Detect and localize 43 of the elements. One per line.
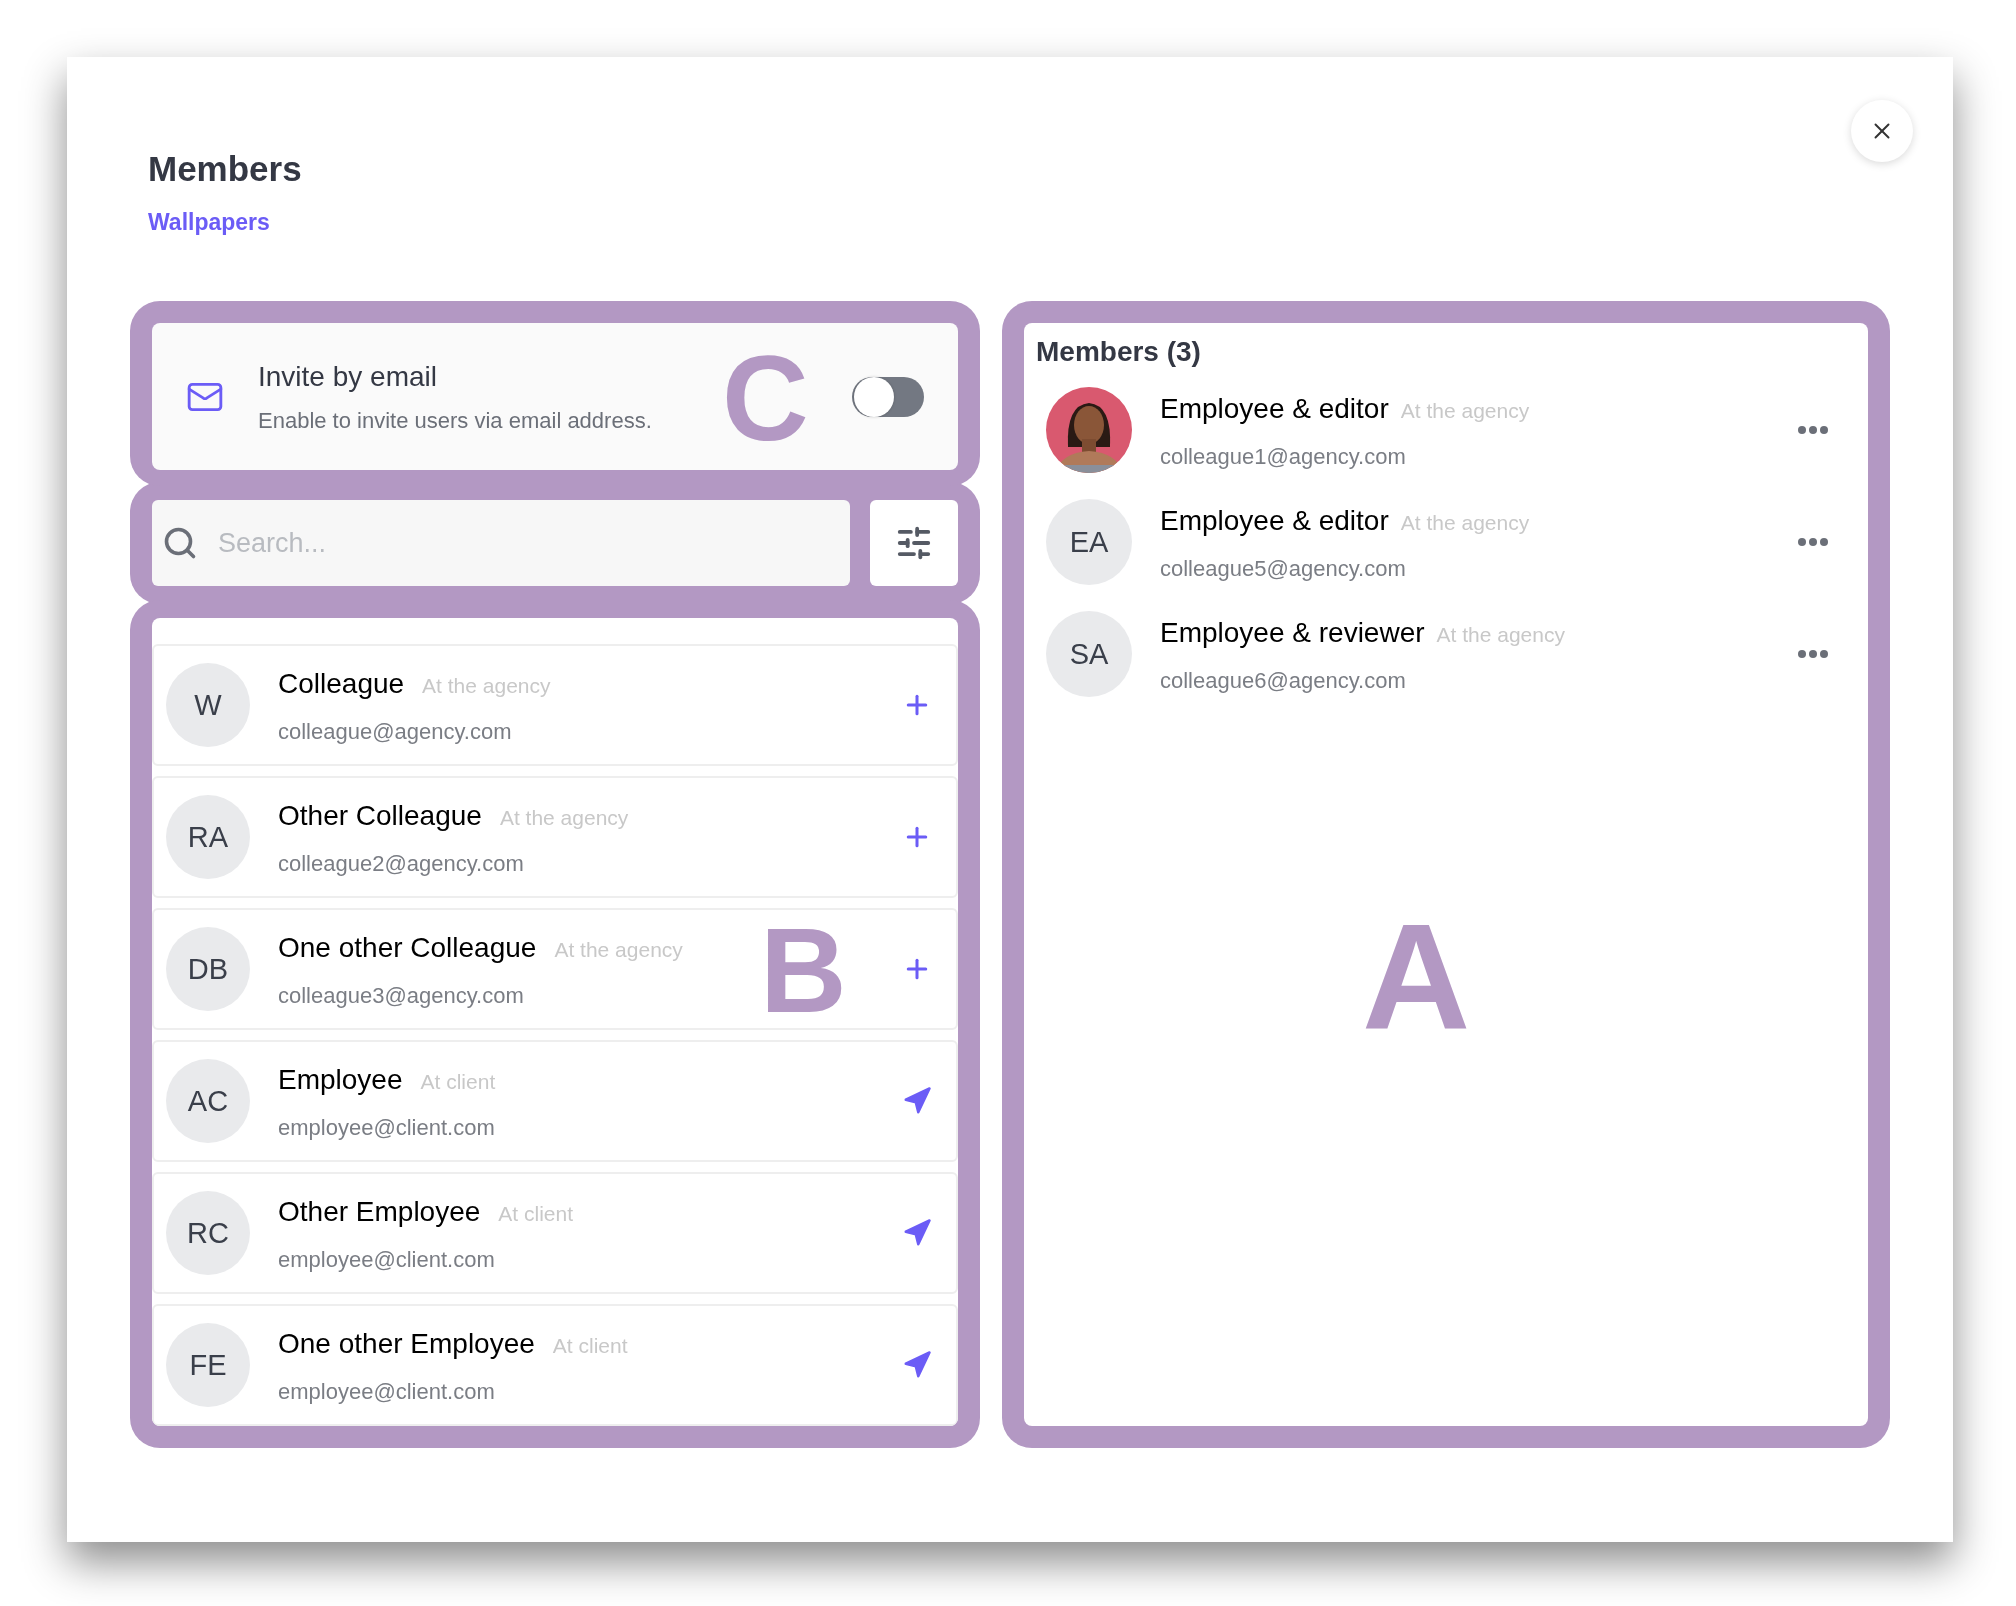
members-heading: Members (3) <box>1036 335 1201 370</box>
person-name: Employee & editor <box>1160 503 1389 538</box>
invite-description: Enable to invite users via email address. <box>258 407 653 436</box>
avatar-initials: AC <box>166 1059 250 1144</box>
person-name: Colleague <box>278 666 405 701</box>
person-name: One other Colleague <box>278 930 537 965</box>
dialog-title: Members <box>148 148 302 190</box>
email-text: colleague5@agency.com <box>1160 554 1407 583</box>
annotation-letter: A <box>1362 901 1471 1052</box>
avatar-initials: DB <box>166 927 250 1012</box>
avatar-initials: W <box>166 663 250 748</box>
more-icon <box>1798 426 1828 435</box>
search-field[interactable]: Search... <box>152 500 850 587</box>
email-text: employee@client.com <box>278 1113 496 1142</box>
email-text: colleague3@agency.com <box>278 981 525 1010</box>
email-text: employee@client.com <box>278 1377 496 1406</box>
avatar-initials: RC <box>166 1191 250 1276</box>
paper-plane-icon <box>902 1218 932 1249</box>
person-name: Other Employee <box>278 1194 481 1229</box>
annotation-letter: B <box>760 910 847 1031</box>
filter-button[interactable] <box>870 500 958 587</box>
person-name: Other Colleague <box>278 798 482 833</box>
email-text: colleague@agency.com <box>278 717 513 746</box>
avatar-initials: SA <box>1046 611 1132 698</box>
toggle-switch[interactable] <box>852 376 924 417</box>
email-text: colleague1@agency.com <box>1160 442 1407 471</box>
person-name: Employee & reviewer <box>1160 615 1425 650</box>
paper-plane-icon <box>902 1086 932 1117</box>
email-text: employee@client.com <box>278 1245 496 1274</box>
paper-plane-icon <box>902 1350 932 1381</box>
more-icon <box>1798 538 1828 547</box>
avatar-initials: RA <box>166 795 250 880</box>
person-name: Employee & editor <box>1160 391 1389 426</box>
person-name: Employee <box>278 1062 403 1097</box>
email-text: colleague2@agency.com <box>278 849 525 878</box>
email-text: colleague6@agency.com <box>1160 666 1407 695</box>
person-name: One other Employee <box>278 1326 535 1361</box>
avatar-initials: EA <box>1046 499 1132 586</box>
avatar-initials: FE <box>166 1323 250 1408</box>
close-button[interactable] <box>1851 100 1913 162</box>
project-link[interactable]: Wallpapers <box>148 204 270 240</box>
annotation-letter: C <box>722 338 809 459</box>
more-icon <box>1798 650 1828 659</box>
